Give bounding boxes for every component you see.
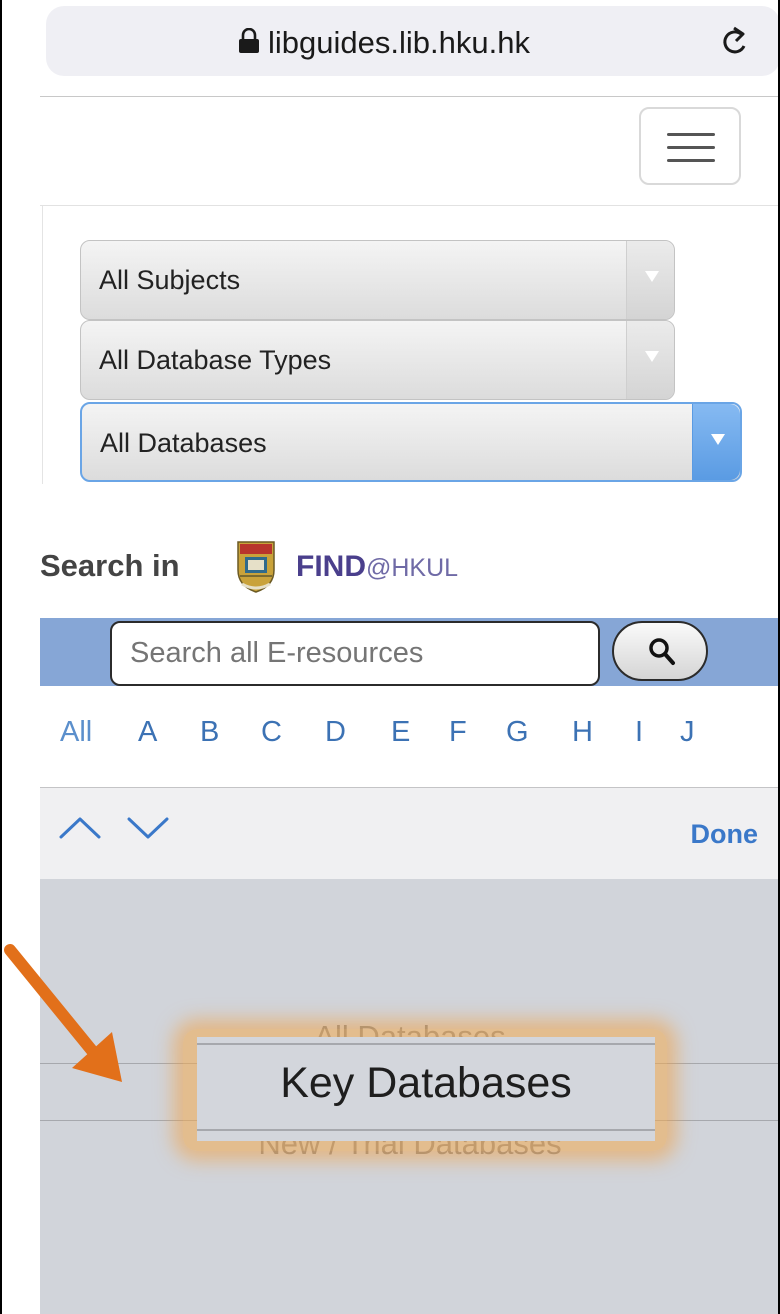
address-bar[interactable]: libguides.lib.hku.hk	[46, 6, 780, 76]
databases-select-value: All Databases	[100, 428, 267, 458]
subjects-select-value: All Subjects	[99, 265, 241, 295]
phone-screen: libguides.lib.hku.hk All Subjects All Da…	[40, 0, 780, 1314]
annotation-arrow-icon	[4, 944, 122, 1082]
alpha-link-j[interactable]: J	[680, 716, 695, 749]
search-icon	[649, 638, 675, 665]
site-header	[40, 96, 780, 206]
search-input[interactable]	[110, 621, 600, 686]
menu-button[interactable]	[639, 107, 741, 185]
hamburger-line	[667, 133, 715, 136]
hamburger-line	[667, 146, 715, 149]
alpha-link-h[interactable]: H	[572, 716, 593, 749]
picker-option-key-databases: Key Databases	[280, 1059, 572, 1107]
url-text: libguides.lib.hku.hk	[268, 25, 530, 60]
alpha-link-b[interactable]: B	[200, 716, 219, 749]
alpha-link-c[interactable]: C	[261, 716, 282, 749]
hku-crest-icon	[237, 541, 275, 593]
chevron-up-icon[interactable]	[58, 816, 102, 840]
hamburger-line	[667, 159, 715, 162]
chevron-down-icon	[626, 321, 674, 399]
alpha-link-e[interactable]: E	[391, 716, 410, 749]
picker-divider	[197, 1129, 655, 1131]
alpha-link-d[interactable]: D	[325, 716, 346, 749]
search-button[interactable]	[612, 621, 708, 681]
alpha-link-g[interactable]: G	[506, 716, 529, 749]
alphabet-filter: All A B C D E F G H I J	[40, 716, 780, 766]
chevron-down-icon	[626, 241, 674, 319]
databases-select[interactable]: All Databases	[80, 402, 742, 482]
database-types-select[interactable]: All Database Types	[80, 320, 675, 400]
find-logo-text: FIND	[296, 550, 366, 583]
reload-icon[interactable]	[718, 24, 752, 60]
keyboard-accessory-bar: Done	[40, 787, 780, 879]
alpha-link-i[interactable]: I	[635, 716, 643, 749]
picker-divider	[197, 1043, 655, 1045]
alpha-link-f[interactable]: F	[449, 716, 467, 749]
database-types-select-value: All Database Types	[99, 345, 332, 375]
done-button[interactable]: Done	[691, 819, 759, 850]
search-bar-strip	[40, 618, 780, 686]
search-in-label: Search in	[40, 548, 180, 583]
chevron-down-icon[interactable]	[126, 816, 170, 840]
lock-icon	[239, 28, 259, 53]
hkul-logo-text: @HKUL	[366, 554, 459, 582]
subjects-select[interactable]: All Subjects	[80, 240, 675, 320]
alpha-link-a[interactable]: A	[138, 716, 157, 749]
chevron-down-icon	[692, 404, 740, 480]
picker-selected-row[interactable]: Key Databases	[197, 1037, 655, 1141]
alpha-link-all[interactable]: All	[60, 716, 92, 749]
find-hkul-logo[interactable]: FIND@HKUL	[296, 550, 458, 584]
frame-left-border	[0, 0, 2, 1314]
filter-panel: All Subjects All Database Types All Data…	[42, 206, 780, 484]
picker-wheel[interactable]: All Databases New / Trial Databases Key …	[40, 879, 780, 1314]
